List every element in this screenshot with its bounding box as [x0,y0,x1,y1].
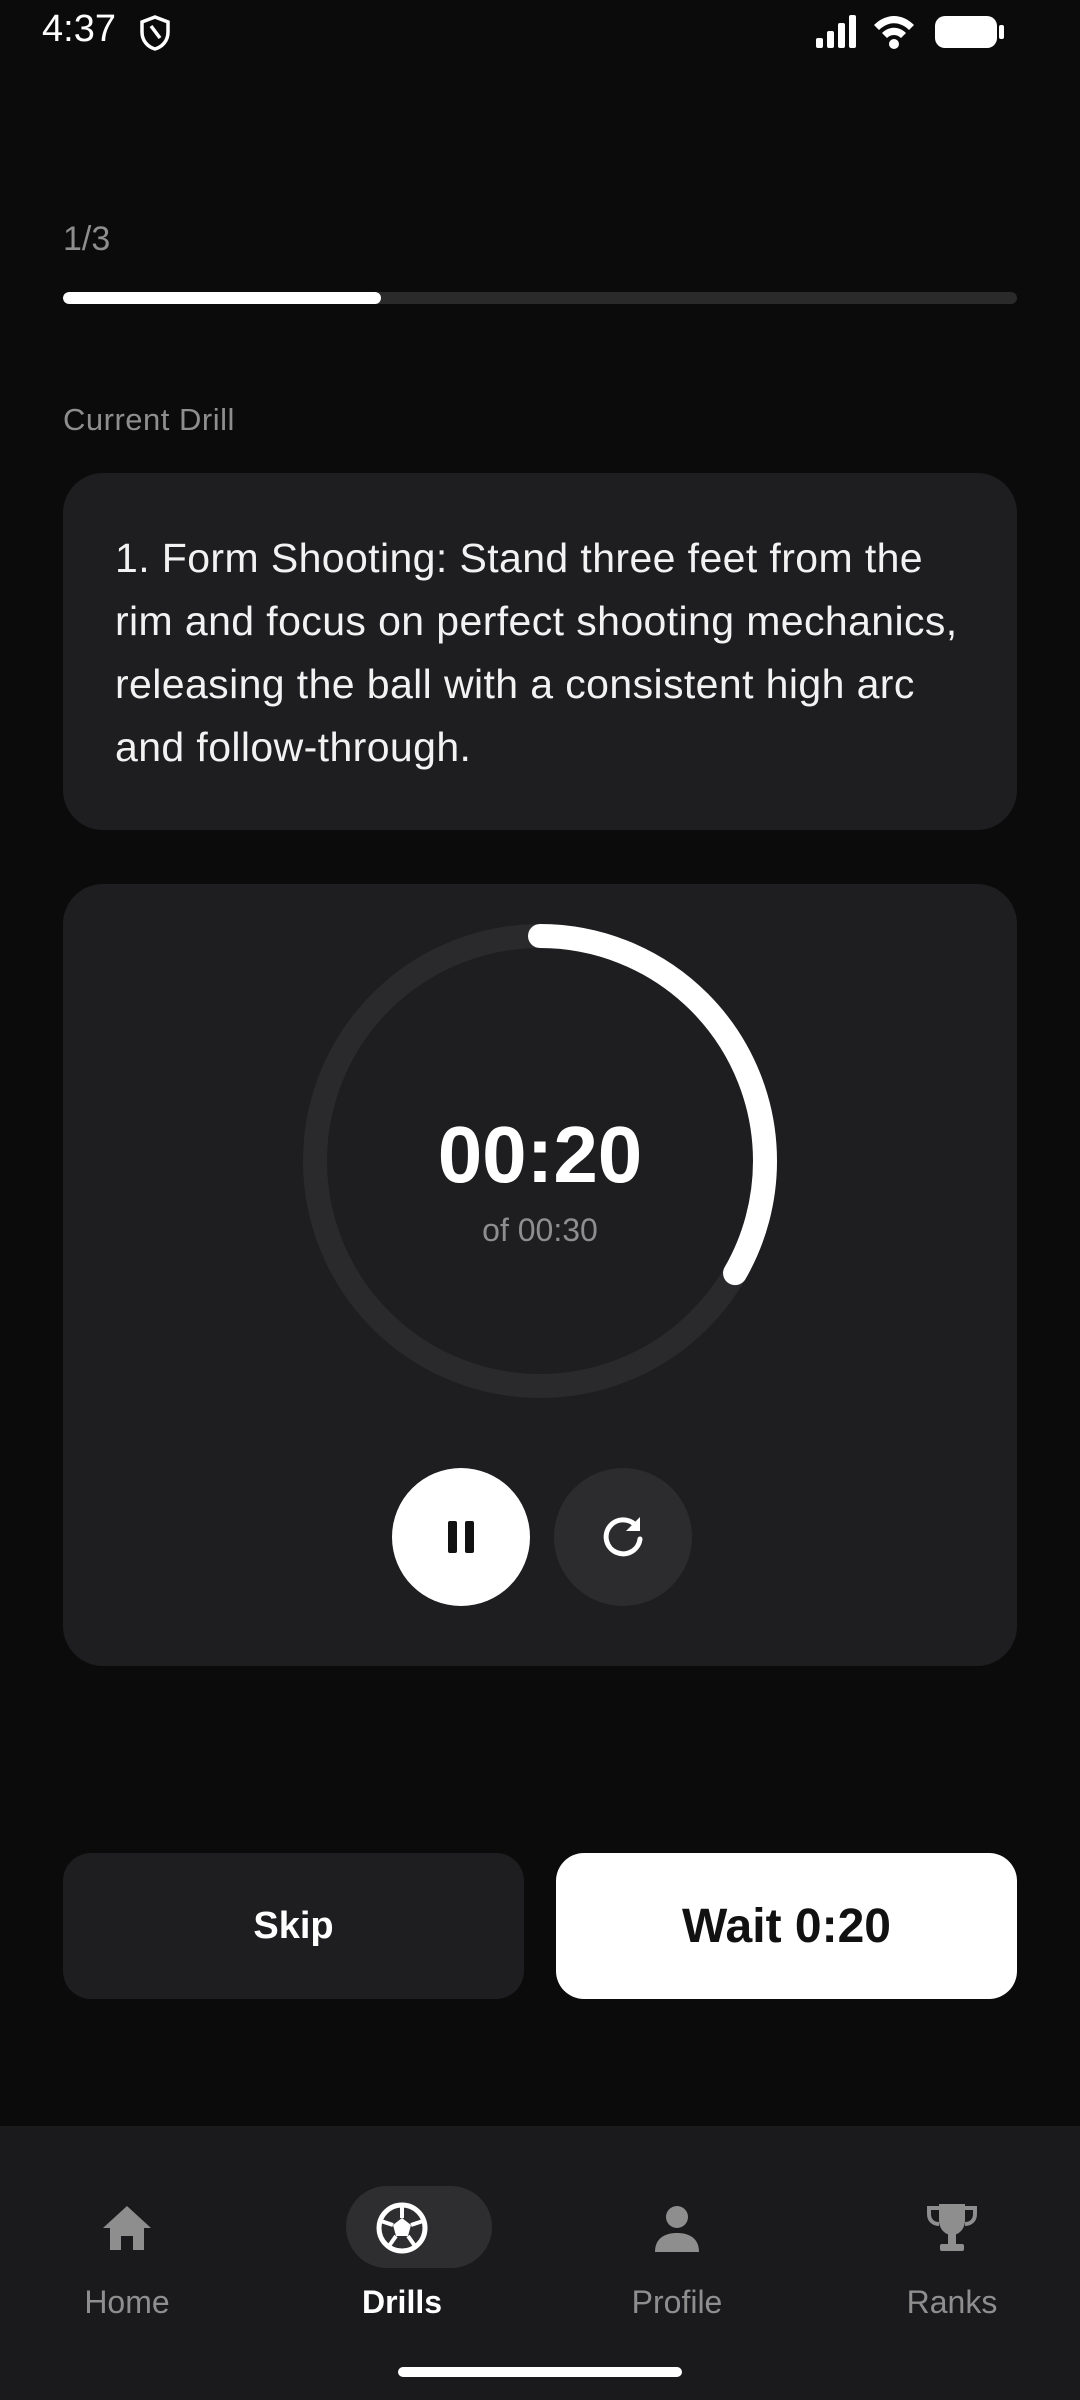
timer-card: 00:20 of 00:30 [63,884,1017,1666]
step-counter: 1/3 [63,220,111,258]
bottom-navigation: Home Drills Profile Ranks [0,2126,1080,2400]
signal-icon [816,15,856,48]
soccer-ball-icon [376,2202,428,2254]
home-icon [103,2206,151,2250]
timer-total: of 00:30 [482,1212,598,1248]
status-bar: 4:37 [0,0,1080,64]
battery-icon [935,16,1004,48]
pause-icon [448,1521,474,1553]
drill-timer-screen: 4:37 1/3 Current Drill 1. Form Shooting:… [0,0,1080,2400]
nav-label-ranks: Ranks [906,2284,998,2320]
nav-item-drills[interactable]: Drills [302,2156,502,2320]
nav-label-home: Home [84,2284,170,2320]
section-label: Current Drill [63,402,235,437]
wifi-icon [874,16,914,49]
nav-label-profile: Profile [631,2284,723,2320]
home-indicator [398,2367,682,2377]
progress-bar [63,292,1017,304]
nav-item-ranks[interactable]: Ranks [852,2156,1052,2320]
progress-bar-fill [63,292,381,304]
nav-item-home[interactable]: Home [27,2156,227,2320]
reset-button[interactable] [554,1468,692,1606]
wait-button[interactable]: Wait 0:20 [556,1853,1017,1999]
timer-value: 00:20 [437,1110,643,1199]
skip-button[interactable]: Skip [63,1853,524,1999]
shield-icon [140,15,170,51]
status-time: 4:37 [42,8,116,50]
refresh-icon [603,1517,643,1557]
person-icon [655,2206,699,2252]
drill-description: 1. Form Shooting: Stand three feet from … [115,535,958,770]
pause-button[interactable] [392,1468,530,1606]
trophy-icon [927,2204,977,2251]
drill-card: 1. Form Shooting: Stand three feet from … [63,473,1017,830]
nav-item-profile[interactable]: Profile [577,2156,777,2320]
nav-label-drills: Drills [361,2284,443,2320]
